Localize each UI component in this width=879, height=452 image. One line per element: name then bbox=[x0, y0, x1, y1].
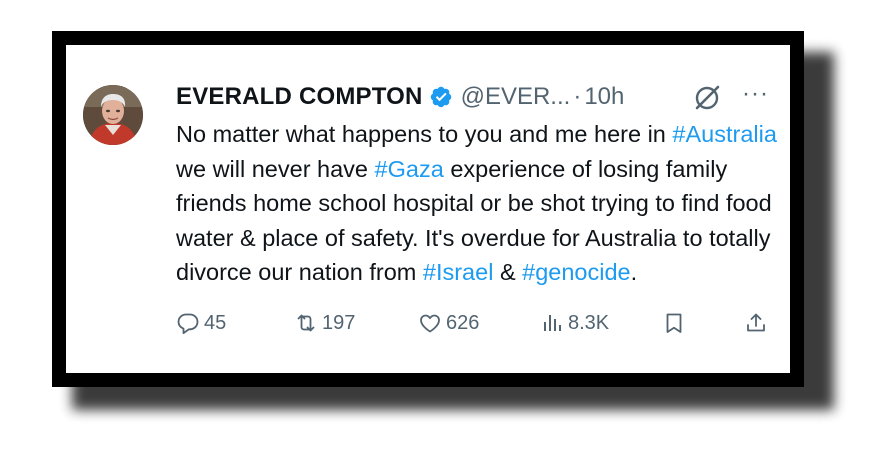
view-count: 8.3K bbox=[568, 311, 610, 334]
tweet-header: EVERALD COMPTON @EVER... · 10h bbox=[176, 79, 776, 115]
like-count: 626 bbox=[446, 311, 480, 334]
heart-icon bbox=[420, 314, 440, 333]
hashtag-link[interactable]: #Israel bbox=[423, 259, 494, 285]
reply-count: 45 bbox=[204, 311, 227, 334]
bookmark-icon bbox=[666, 313, 682, 333]
more-options-icon[interactable]: ··· bbox=[742, 79, 776, 109]
repost-button[interactable]: 197 bbox=[294, 308, 355, 338]
tweet-actions: 45 197 626 8.3K bbox=[176, 308, 786, 338]
body-text-4: & bbox=[493, 259, 523, 285]
reply-button[interactable]: 45 bbox=[176, 308, 226, 338]
share-icon bbox=[747, 313, 765, 332]
grok-icon[interactable] bbox=[692, 83, 722, 113]
tweet-body: No matter what happens to you and me her… bbox=[176, 117, 786, 290]
share-button[interactable] bbox=[744, 308, 772, 338]
reply-icon bbox=[177, 313, 199, 334]
tweet-content: EVERALD COMPTON @EVER... · 10h ··· No ma… bbox=[176, 79, 777, 290]
views-icon bbox=[544, 315, 561, 331]
like-button[interactable]: 626 bbox=[418, 308, 479, 338]
body-text-1: No matter what happens to you and me her… bbox=[176, 121, 673, 147]
hashtag-link[interactable]: #Australia bbox=[672, 121, 777, 147]
repost-icon bbox=[297, 314, 315, 332]
separator-dot: · bbox=[573, 83, 582, 110]
repost-count: 197 bbox=[322, 311, 356, 334]
avatar[interactable] bbox=[83, 85, 143, 145]
author-handle[interactable]: @EVER... bbox=[461, 83, 571, 111]
author-name[interactable]: EVERALD COMPTON bbox=[176, 83, 423, 111]
tweet-card[interactable]: EVERALD COMPTON @EVER... · 10h ··· No ma… bbox=[66, 45, 790, 373]
views-button[interactable]: 8.3K bbox=[540, 308, 609, 338]
body-text-2: we will never have bbox=[176, 155, 375, 182]
avatar-photo bbox=[83, 85, 143, 145]
hashtag-link[interactable]: #Gaza bbox=[375, 156, 444, 182]
tweet-timestamp[interactable]: 10h bbox=[584, 83, 624, 111]
verified-badge-icon bbox=[429, 85, 453, 109]
body-text-5: . bbox=[630, 259, 638, 285]
hashtag-link[interactable]: #genocide bbox=[522, 259, 630, 285]
black-frame: EVERALD COMPTON @EVER... · 10h ··· No ma… bbox=[52, 31, 804, 387]
screenshot-stage: EVERALD COMPTON @EVER... · 10h ··· No ma… bbox=[0, 0, 879, 452]
bookmark-button[interactable] bbox=[662, 308, 690, 338]
